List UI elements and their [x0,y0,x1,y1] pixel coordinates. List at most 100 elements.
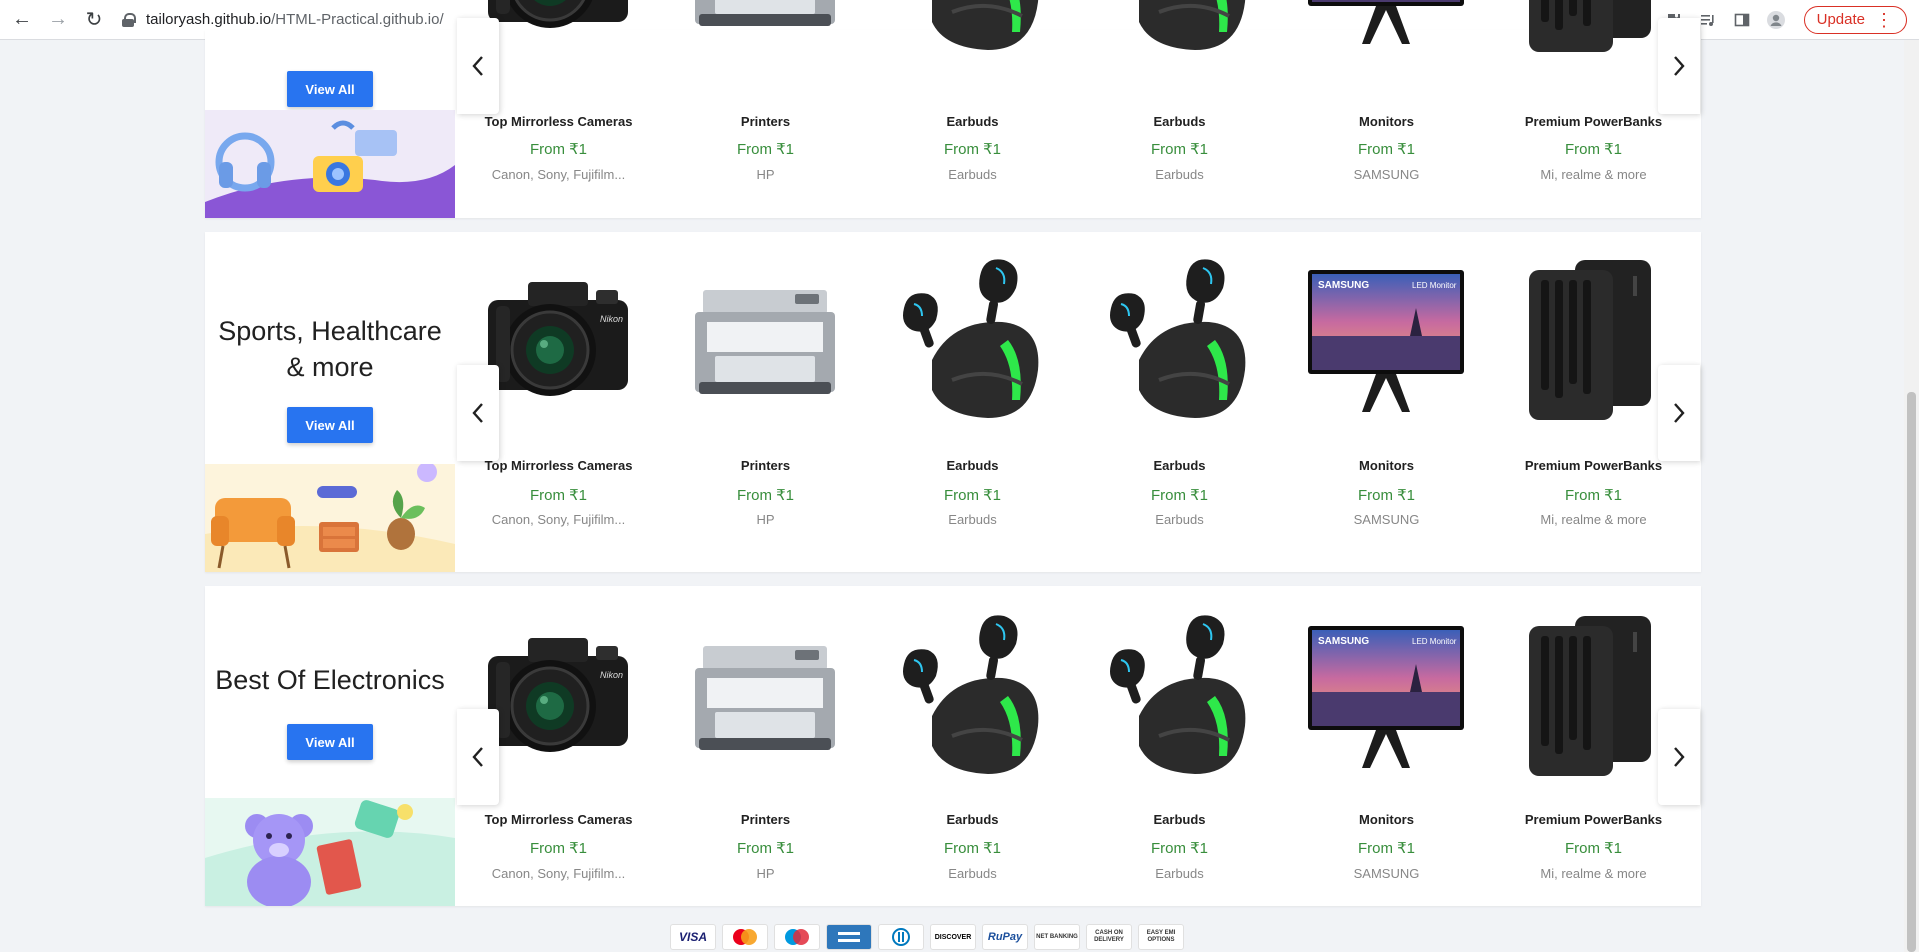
earbuds-image[interactable] [892,250,1052,430]
earbuds-image[interactable] [1099,0,1259,62]
product-name[interactable]: Printers [662,812,869,827]
carousel-prev-button[interactable] [457,365,499,461]
powerbank-image[interactable] [1513,250,1673,430]
powerbank-image[interactable] [1513,606,1673,786]
product-brand: Canon, Sony, Fujifilm... [491,167,626,182]
product-card[interactable]: Earbuds From ₹1 Earbuds [869,0,1076,218]
monitor-image[interactable]: SAMSUNG LED Monitor [1306,0,1466,62]
product-name[interactable]: Printers [662,114,869,129]
product-price: From ₹1 [1564,141,1623,158]
chevron-right-icon [1674,56,1685,76]
product-card[interactable]: Printers From ₹1 HP [662,0,869,218]
product-price: From ₹1 [1564,487,1623,504]
view-all-button[interactable]: View All [287,407,373,443]
view-all-button[interactable]: View All [287,71,373,107]
printer-image[interactable] [685,0,845,62]
product-brand: Earbuds [1155,167,1204,182]
diners-club-logo [878,924,924,950]
product-brand: Earbuds [948,866,997,881]
carousel-prev-button[interactable] [457,18,499,114]
product-card[interactable]: Earbuds From ₹1 Earbuds [1076,232,1283,572]
furniture-illustration [205,464,455,572]
product-name[interactable]: Top Mirrorless Cameras [455,812,662,827]
update-label: Update [1816,11,1865,28]
product-card[interactable]: SAMSUNG LED Monitor Monitors From ₹1 SAMSU… [1283,232,1490,572]
product-name[interactable]: Monitors [1283,114,1490,129]
product-card[interactable]: SAMSUNG LED Monitor Monitors From ₹1 SAMSU… [1283,0,1490,218]
product-card[interactable]: Earbuds From ₹1 Earbuds [869,232,1076,572]
cash-on-delivery-logo: CASH ON DELIVERY [1086,924,1132,950]
back-icon[interactable]: ← [8,6,36,34]
product-name[interactable]: Earbuds [869,812,1076,827]
product-name[interactable]: Earbuds [1076,114,1283,129]
discover-logo: DISCOVER [930,924,976,950]
product-brand: Canon, Sony, Fujifilm... [491,512,626,527]
section-left-panel: View All [205,30,455,218]
side-panel-icon[interactable] [1730,8,1754,32]
visa-text: VISA [678,930,707,944]
product-price: From ₹1 [1150,840,1209,857]
product-name[interactable]: Earbuds [1076,812,1283,827]
product-brand: Mi, realme & more [1540,167,1647,182]
monitor-image[interactable]: SAMSUNG LED Monitor [1306,606,1466,786]
easy-emi-logo: EASY EMI OPTIONS [1138,924,1184,950]
forward-icon[interactable]: → [44,6,72,34]
rupay-text: RuPay [987,931,1023,943]
camera-image[interactable]: Nikon [478,606,638,786]
carousel-next-button[interactable] [1658,709,1700,805]
earbuds-image[interactable] [892,606,1052,786]
svg-text:LED Monitor: LED Monitor [1412,281,1457,290]
carousel-next-button[interactable] [1658,365,1700,461]
monitor-image[interactable]: SAMSUNG LED Monitor [1306,250,1466,430]
printer-image[interactable] [685,606,845,786]
product-card[interactable]: Earbuds From ₹1 Earbuds [1076,586,1283,906]
product-card[interactable]: Printers From ₹1 HP [662,586,869,906]
product-name[interactable]: Earbuds [869,114,1076,129]
product-price: From ₹1 [1357,141,1416,158]
product-card[interactable]: Printers From ₹1 HP [662,232,869,572]
earbuds-image[interactable] [892,0,1052,62]
svg-text:Nikon: Nikon [600,670,623,680]
product-card[interactable]: Earbuds From ₹1 Earbuds [1076,0,1283,218]
product-name[interactable]: Earbuds [869,458,1076,473]
product-section-1: View All Nikon Top Mirrorless [205,0,1701,218]
product-name[interactable]: Premium PowerBanks [1490,114,1697,129]
camera-image[interactable]: Nikon [478,250,638,430]
view-all-button[interactable]: View All [287,724,373,760]
product-brand: HP [756,167,775,182]
update-button[interactable]: Update ⋮ [1803,5,1907,34]
product-name[interactable]: Printers [662,458,869,473]
maestro-logo [774,924,820,950]
product-brand: Mi, realme & more [1540,866,1647,881]
product-name[interactable]: Monitors [1283,458,1490,473]
earbuds-image[interactable] [1099,250,1259,430]
reload-icon[interactable]: ↻ [80,6,108,34]
product-price: From ₹1 [736,840,795,857]
product-name[interactable]: Earbuds [1076,458,1283,473]
more-menu-icon: ⋮ [1875,9,1893,30]
printer-image[interactable] [685,250,845,430]
earbuds-image[interactable] [1099,606,1259,786]
product-brand: SAMSUNG [1353,167,1420,182]
product-card[interactable]: Earbuds From ₹1 Earbuds [869,586,1076,906]
product-price: From ₹1 [1564,840,1623,857]
product-name[interactable]: Monitors [1283,812,1490,827]
amex-logo [826,924,872,950]
headphones-illustration [205,110,455,218]
product-section-3: Best Of Electronics View All Nikon Top M… [205,586,1701,906]
product-price: From ₹1 [736,487,795,504]
svg-text:SAMSUNG: SAMSUNG [1318,280,1369,291]
camera-image[interactable]: Nikon [478,0,638,62]
carousel-prev-button[interactable] [457,709,499,805]
page-scrollbar[interactable] [1904,40,1919,952]
net-banking-logo: NET BANKING [1034,924,1080,950]
carousel-next-button[interactable] [1658,18,1700,114]
product-brand: SAMSUNG [1353,866,1420,881]
powerbank-image[interactable] [1513,0,1673,62]
scrollbar-thumb[interactable] [1907,392,1916,952]
product-name[interactable]: Premium PowerBanks [1490,812,1697,827]
product-card[interactable]: SAMSUNG LED Monitor Monitors From ₹1 SAMSU… [1283,586,1490,906]
profile-icon[interactable] [1764,8,1788,32]
section-left-panel: Sports, Healthcare & more View All [205,232,455,572]
product-name[interactable]: Top Mirrorless Cameras [455,114,662,129]
